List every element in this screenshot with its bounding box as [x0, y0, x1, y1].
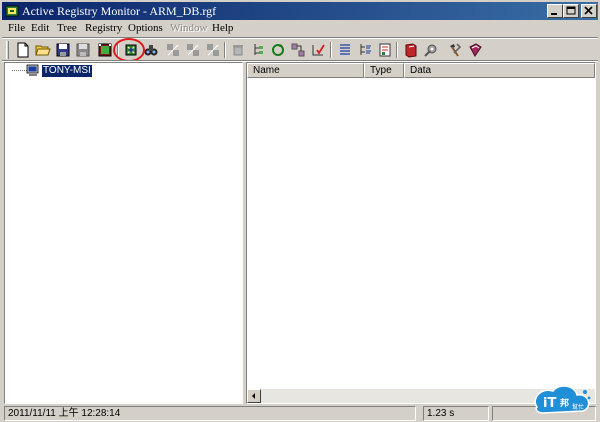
menu-bar: File Edit Tree Registry Options Window H… — [2, 20, 598, 37]
compare-prev-button[interactable] — [204, 41, 222, 59]
compare-next-disabled-icon — [187, 44, 199, 56]
tree-connector — [12, 70, 27, 71]
highlight-circle — [113, 38, 145, 62]
maximize-icon — [566, 6, 576, 15]
toolbar-separator — [330, 42, 332, 58]
minimize-icon — [551, 13, 557, 15]
column-header-data[interactable]: Data — [404, 63, 595, 78]
scroll-left-button[interactable] — [247, 389, 261, 403]
compare-next-button[interactable] — [184, 41, 202, 59]
svg-text:邦: 邦 — [560, 397, 569, 409]
menu-options[interactable]: Options — [128, 22, 163, 35]
column-header-type[interactable]: Type — [364, 63, 404, 78]
column-header-name[interactable]: Name — [247, 63, 364, 78]
refresh-tree-icon — [272, 44, 284, 56]
compare-button[interactable] — [164, 41, 182, 59]
red-book-icon — [405, 43, 417, 58]
save-as-button[interactable] — [74, 41, 92, 59]
title-bar[interactable]: Active Registry Monitor - ARM_DB.rgf — [2, 2, 598, 20]
list-tree-icon — [360, 44, 371, 55]
tree-branch-icon — [254, 44, 263, 55]
minimize-button[interactable] — [547, 4, 563, 18]
compare-disabled-icon — [167, 44, 179, 56]
save-icon — [56, 43, 70, 57]
status-timestamp: 2011/11/11 上午 12:28:14 — [4, 406, 416, 421]
open-folder-icon — [35, 45, 51, 56]
new-document-icon — [17, 42, 29, 58]
delete-disabled-icon — [233, 45, 243, 56]
window-title: Active Registry Monitor - ARM_DB.rgf — [22, 4, 217, 18]
tree-root-node[interactable]: TONY-MSI — [41, 64, 93, 78]
save-disabled-icon — [76, 43, 90, 57]
menu-help[interactable]: Help — [212, 22, 233, 35]
svg-text:iT: iT — [543, 396, 556, 411]
tools-button[interactable] — [422, 41, 440, 59]
ithome-watermark-logo: iT 邦 幫忙 — [534, 385, 591, 414]
toolbar-grip[interactable] — [6, 41, 9, 59]
save-button[interactable] — [54, 41, 72, 59]
help-book-icon — [469, 43, 482, 57]
tools-gear-icon — [424, 44, 437, 57]
status-elapsed: 1.23 s — [423, 406, 489, 421]
svg-text:幫忙: 幫忙 — [572, 403, 584, 411]
maximize-button[interactable] — [563, 4, 579, 18]
help-button[interactable] — [466, 41, 484, 59]
film-scan-icon — [98, 43, 112, 57]
new-button[interactable] — [14, 41, 32, 59]
arrow-left-icon — [252, 393, 255, 399]
list-tree-button[interactable] — [356, 41, 374, 59]
wrench-hammer-icon — [450, 43, 462, 57]
delete-button[interactable] — [229, 41, 247, 59]
toolbar — [2, 39, 598, 61]
menu-edit[interactable]: Edit — [31, 22, 49, 35]
registry-tree-pane[interactable]: TONY-MSI — [4, 62, 243, 404]
report-icon — [379, 43, 391, 57]
compare-prev-disabled-icon — [207, 44, 219, 56]
list-lines-icon — [340, 44, 350, 55]
tree-check-button[interactable] — [309, 41, 327, 59]
menu-registry[interactable]: Registry — [85, 22, 122, 35]
toolbar-separator — [224, 42, 226, 58]
move-tree-icon — [291, 43, 305, 57]
close-icon — [584, 6, 593, 15]
close-button[interactable] — [581, 4, 597, 18]
open-button[interactable] — [34, 41, 52, 59]
toolbar-separator — [396, 42, 398, 58]
registry-values-pane[interactable]: Name Type Data — [246, 62, 596, 404]
app-icon — [5, 5, 19, 17]
list-view-button[interactable] — [336, 41, 354, 59]
menu-window[interactable]: Window — [170, 22, 207, 35]
computer-icon — [26, 64, 39, 76]
move-tree-button[interactable] — [289, 41, 307, 59]
menu-tree[interactable]: Tree — [57, 22, 77, 35]
report-button[interactable] — [376, 41, 394, 59]
scan-button[interactable] — [96, 41, 114, 59]
tree-check-icon — [312, 44, 325, 56]
menu-file[interactable]: File — [8, 22, 25, 35]
settings-button[interactable] — [446, 41, 464, 59]
bookmark-button[interactable] — [402, 41, 420, 59]
tree-branch-button[interactable] — [249, 41, 267, 59]
status-bar: 2011/11/11 上午 12:28:14 1.23 s — [2, 405, 598, 421]
refresh-tree-button[interactable] — [269, 41, 287, 59]
